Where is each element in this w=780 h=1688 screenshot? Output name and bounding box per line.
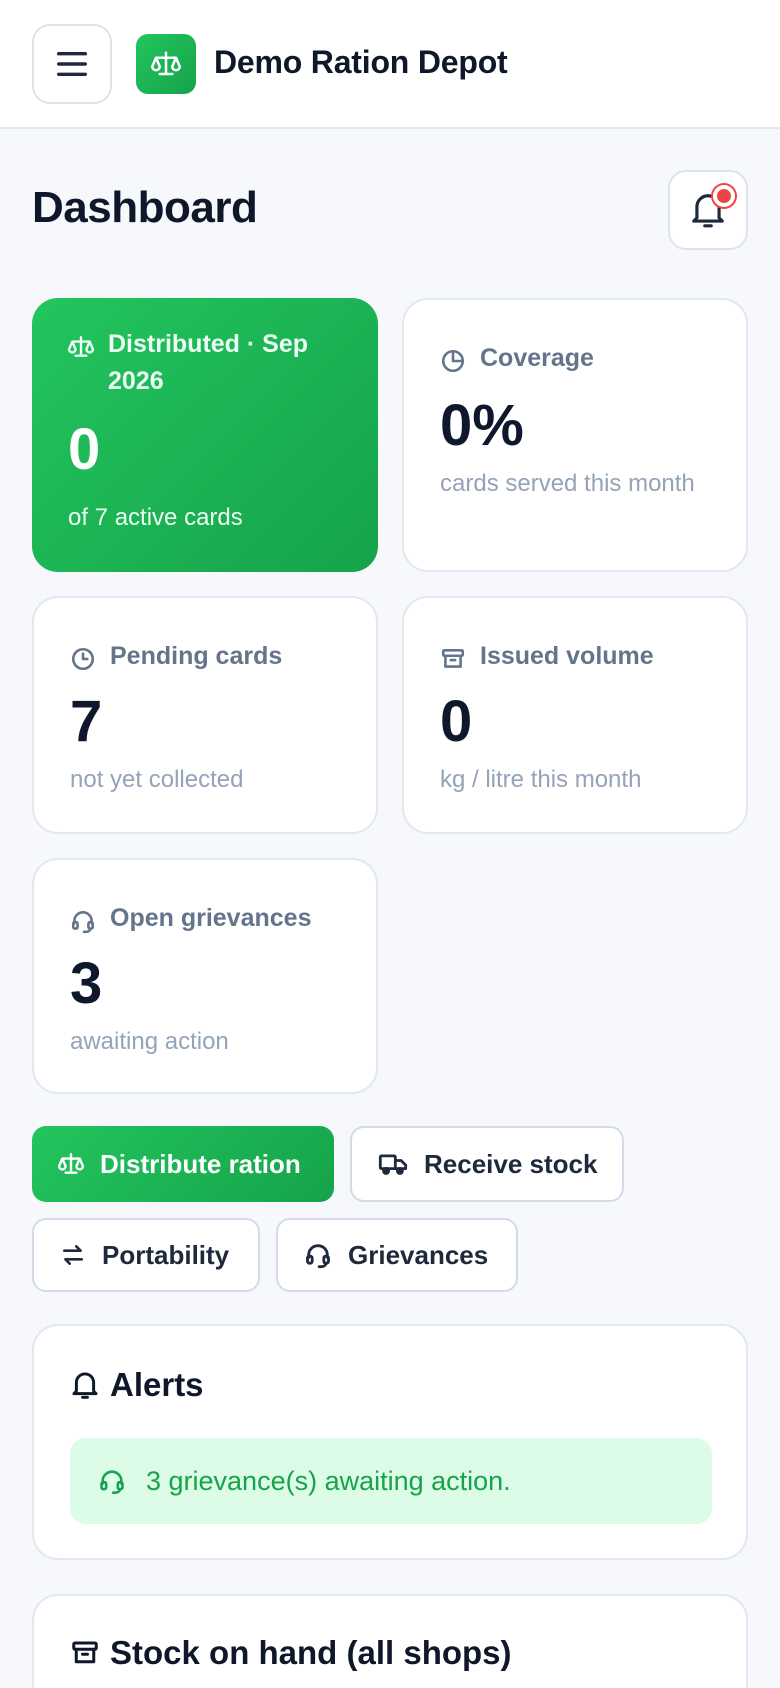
stat-label: Issued volume — [480, 642, 654, 670]
stat-card-grievances[interactable]: Open grievances 3 awaiting action — [32, 858, 378, 1094]
headset-icon — [100, 1470, 124, 1494]
distribute-ration-button[interactable]: Distribute ration — [32, 1126, 334, 1202]
receive-stock-button[interactable]: Receive stock — [350, 1126, 624, 1202]
stat-value: 0 — [440, 689, 473, 754]
headset-icon — [71, 911, 95, 934]
brand-logo[interactable] — [136, 34, 196, 94]
stat-card-coverage[interactable]: Coverage 0% cards served this month — [402, 298, 748, 572]
alert-item[interactable]: 3 grievance(s) awaiting action. — [70, 1438, 712, 1524]
notifications-button[interactable] — [668, 170, 748, 250]
stock-panel: Stock on hand (all shops) — [32, 1594, 748, 1688]
stat-label: Coverage — [480, 344, 594, 372]
brand-name[interactable]: Demo Ration Depot — [214, 44, 508, 81]
stat-subtext: of 7 active cards — [68, 504, 243, 531]
headset-icon — [306, 1244, 330, 1269]
stat-subtext: not yet collected — [70, 766, 244, 793]
stat-card-distributed[interactable]: Distributed · Sep 2026 0 of 7 active car… — [32, 298, 378, 572]
archive-icon — [441, 649, 465, 668]
scale-icon — [58, 1153, 84, 1174]
alerts-title: Alerts — [110, 1366, 204, 1403]
stock-title: Stock on hand (all shops) — [110, 1634, 512, 1671]
stat-subtext: awaiting action — [70, 1028, 229, 1055]
stat-label: Distributed · Sep 2026 — [108, 330, 309, 395]
truck-icon — [378, 1154, 408, 1175]
menu-button[interactable] — [32, 24, 112, 104]
portability-button[interactable]: Portability — [32, 1218, 260, 1292]
scale-icon — [151, 51, 181, 76]
stat-value: 7 — [70, 689, 103, 754]
stat-subtext: cards served this month — [440, 470, 695, 497]
scale-icon — [68, 336, 94, 357]
stat-card-issued-volume[interactable]: Issued volume 0 kg / litre this month — [402, 596, 748, 834]
top-bar: Demo Ration Depot — [0, 0, 780, 129]
pie-chart-icon — [441, 349, 465, 373]
action-label: Receive stock — [424, 1148, 598, 1179]
stat-card-pending[interactable]: Pending cards 7 not yet collected — [32, 596, 378, 834]
stat-value: 0 — [68, 417, 101, 482]
bell-icon — [72, 1372, 98, 1399]
archive-icon — [72, 1641, 98, 1664]
stat-value: 0% — [440, 393, 524, 458]
stat-value: 3 — [70, 951, 103, 1016]
action-label: Grievances — [348, 1239, 489, 1270]
alert-text: 3 grievance(s) awaiting action. — [146, 1465, 511, 1496]
action-label: Distribute ration — [100, 1148, 301, 1179]
stat-label: Open grievances — [110, 904, 312, 932]
unread-badge — [713, 185, 735, 207]
action-label: Portability — [102, 1239, 230, 1270]
alerts-panel: Alerts 3 grievance(s) awaiting action. — [32, 1324, 748, 1560]
grievances-button[interactable]: Grievances — [276, 1218, 518, 1292]
stat-subtext: kg / litre this month — [440, 766, 642, 793]
clock-icon — [71, 647, 95, 671]
hamburger-icon — [57, 52, 87, 76]
page-title: Dashboard — [32, 183, 258, 232]
stat-label: Pending cards — [110, 642, 283, 670]
swap-arrows-icon — [63, 1245, 83, 1265]
